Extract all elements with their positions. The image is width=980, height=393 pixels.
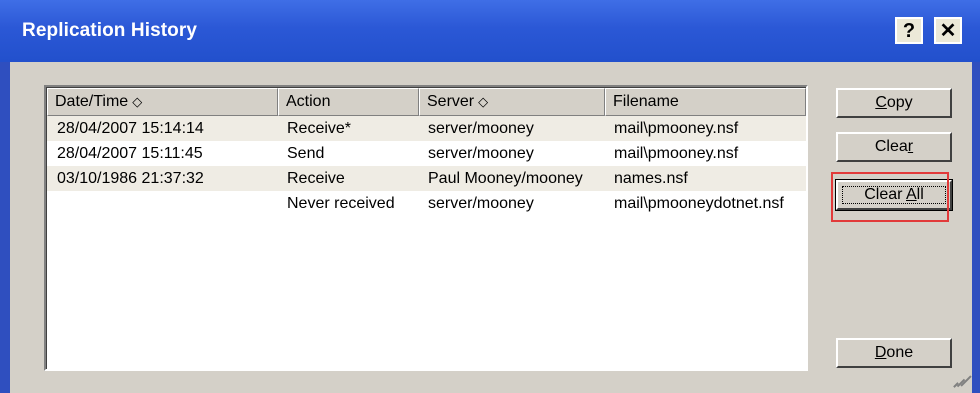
close-icon: ✕ <box>939 19 957 42</box>
column-header-server[interactable]: Server ◇ <box>419 88 605 116</box>
clear-label-pre: Clea <box>874 138 908 155</box>
table-row[interactable]: 28/04/2007 15:14:14 Receive* server/moon… <box>47 116 806 141</box>
replication-history-list[interactable]: Date/Time ◇ Action Server ◇ Filename 28/04… <box>44 85 808 371</box>
table-row[interactable]: 03/10/1986 21:37:32 Receive Paul Mooney/… <box>47 166 806 191</box>
column-header-label: Action <box>286 93 331 110</box>
column-header-label: Server <box>427 93 475 110</box>
done-button[interactable]: Done <box>836 338 952 368</box>
copy-label-post: opy <box>886 94 913 111</box>
action-cell: Never received <box>287 195 395 212</box>
close-button[interactable]: ✕ <box>934 17 962 44</box>
sort-icon: ◇ <box>132 94 143 109</box>
done-mnemonic: D <box>874 344 887 361</box>
date-time-cell: 03/10/1986 21:37:32 <box>57 170 204 187</box>
sort-icon: ◇ <box>478 94 489 109</box>
list-header: Date/Time ◇ Action Server ◇ Filename <box>47 88 806 116</box>
window-title: Replication History <box>22 20 198 41</box>
table-row[interactable]: 28/04/2007 15:11:45 Send server/mooney m… <box>47 141 806 166</box>
action-cell: Receive* <box>287 120 352 137</box>
server-cell: server/mooney <box>428 120 534 137</box>
clear-button[interactable]: Clear <box>836 132 952 162</box>
filename-cell: mail\pmooneydotnet.nsf <box>614 195 784 212</box>
action-cell: Send <box>287 145 325 162</box>
server-cell: server/mooney <box>428 195 534 212</box>
clear-mnemonic: r <box>907 138 914 155</box>
help-icon: ? <box>902 19 916 42</box>
done-label-post: one <box>886 344 914 361</box>
copy-mnemonic: C <box>875 94 887 111</box>
filename-cell: mail\pmooney.nsf <box>614 120 739 137</box>
replication-history-window: Replication History ? ✕ Date/Time ◇ Actio… <box>0 0 980 393</box>
column-header-filename[interactable]: Filename <box>605 88 806 116</box>
date-time-cell: 28/04/2007 15:14:14 <box>57 120 204 137</box>
server-cell: server/mooney <box>428 145 534 162</box>
clear-all-highlight-box <box>831 172 949 222</box>
date-time-cell: 28/04/2007 15:11:45 <box>57 145 203 162</box>
table-row[interactable]: Never received server/mooney mail\pmoone… <box>47 191 806 216</box>
copy-button[interactable]: Copy <box>836 88 952 118</box>
dialog-client-area: Date/Time ◇ Action Server ◇ Filename 28/04… <box>10 62 972 393</box>
title-bar[interactable]: Replication History ? ✕ <box>0 0 980 62</box>
server-cell: Paul Mooney/mooney <box>428 170 583 187</box>
column-header-label: Filename <box>613 93 679 110</box>
column-header-label: Date/Time <box>55 93 129 110</box>
column-header-action[interactable]: Action <box>278 88 419 116</box>
column-header-date-time[interactable]: Date/Time ◇ <box>47 88 278 116</box>
resize-grip-icon[interactable] <box>949 370 972 390</box>
action-cell: Receive <box>287 170 345 187</box>
filename-cell: names.nsf <box>614 170 688 187</box>
help-button[interactable]: ? <box>895 17 923 44</box>
filename-cell: mail\pmooney.nsf <box>614 145 739 162</box>
